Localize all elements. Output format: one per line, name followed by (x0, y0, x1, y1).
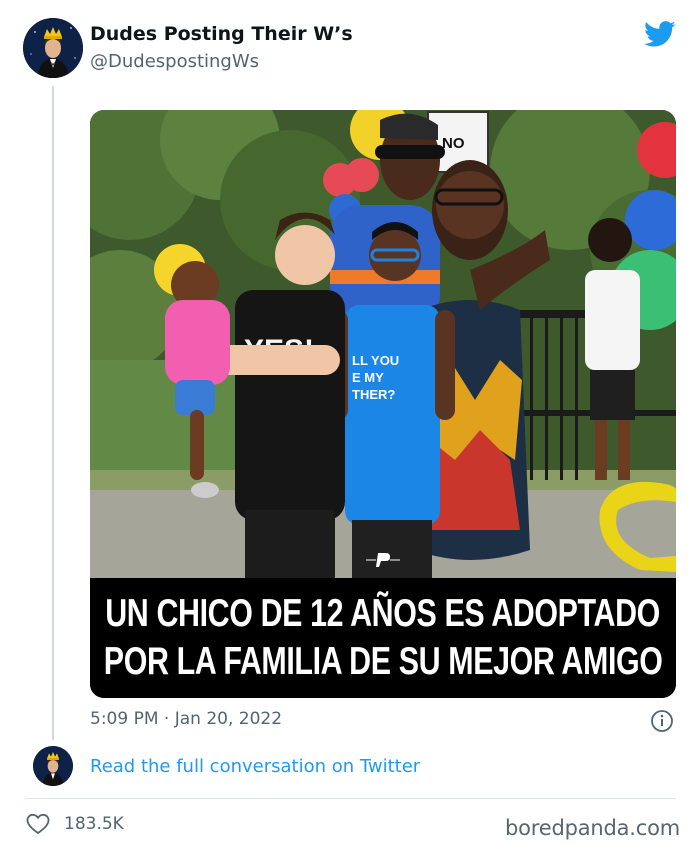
svg-text:THER?: THER? (352, 387, 395, 402)
boredpanda-watermark: boredpanda.com (505, 816, 681, 840)
author-avatar-small[interactable] (33, 746, 73, 786)
read-full-conversation-link[interactable]: Read the full conversation on Twitter (90, 756, 420, 777)
svg-text:E MY: E MY (352, 370, 384, 385)
avatar-image (23, 18, 83, 78)
heart-icon[interactable] (26, 813, 50, 835)
shirt-text-right: LL YOU (352, 353, 399, 368)
sign-text: NO (442, 135, 465, 152)
thread-line (52, 86, 54, 740)
avatar-image-small (33, 746, 73, 786)
caption-line-1: UN CHICO DE 12 AÑOS ES ADOPTADO (105, 592, 661, 635)
tweet-media-image[interactable]: NO LL YOU E MY THER? UN CHICO DE 12 AÑOS… (90, 110, 676, 698)
watermark-logo-icon (366, 553, 400, 567)
author-handle[interactable]: @DudespostingWs (90, 51, 259, 72)
author-name[interactable]: Dudes Posting Their W’s (90, 23, 353, 45)
info-icon[interactable] (650, 709, 674, 733)
caption-line-2: POR LA FAMILIA DE SU MEJOR AMIGO (103, 640, 663, 683)
author-avatar[interactable] (23, 18, 83, 78)
tweet-timestamp[interactable]: 5:09 PM · Jan 20, 2022 (90, 709, 282, 729)
divider (25, 798, 676, 799)
caption-box: UN CHICO DE 12 AÑOS ES ADOPTADO POR LA F… (90, 578, 676, 698)
like-count: 183.5K (64, 814, 124, 834)
twitter-bird-icon[interactable] (644, 18, 676, 50)
